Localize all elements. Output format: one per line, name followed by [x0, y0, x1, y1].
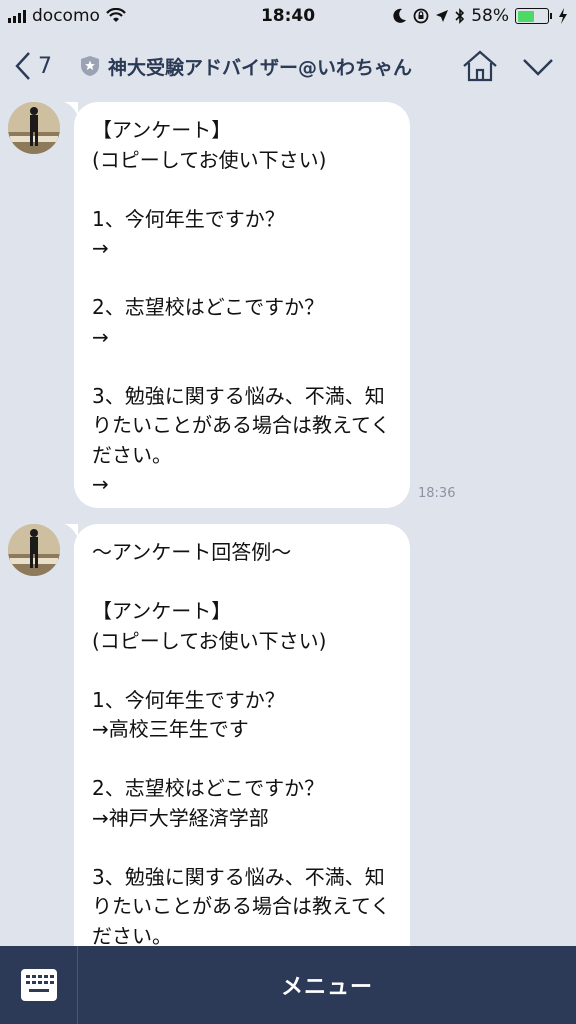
avatar-image — [8, 102, 60, 154]
home-icon[interactable] — [460, 48, 500, 84]
rotation-lock-icon — [413, 8, 429, 24]
keyboard-icon — [20, 969, 57, 1001]
back-chevron-icon — [15, 52, 30, 80]
message-timestamp: 18:36 — [418, 486, 456, 501]
avatar-image — [8, 524, 60, 576]
avatar[interactable] — [8, 102, 60, 154]
message-list[interactable]: 【アンケート】 (コピーしてお使い下さい) 1、今何年生ですか？ → 2、志望校… — [0, 98, 576, 946]
chat-title-area[interactable]: 神大受験アドバイザー@いわちゃん — [80, 53, 412, 80]
shield-icon — [81, 56, 99, 76]
moon-icon — [393, 8, 407, 23]
menu-button[interactable]: メニュー — [78, 969, 576, 1001]
keyboard-button[interactable] — [0, 946, 78, 1024]
unread-count: 7 — [38, 53, 52, 79]
message-bubble[interactable]: 【アンケート】 (コピーしてお使い下さい) 1、今何年生ですか？ → 2、志望校… — [74, 102, 410, 508]
avatar[interactable] — [8, 524, 60, 576]
location-icon — [436, 10, 449, 22]
bottom-menu-bar: メニュー — [0, 946, 576, 1024]
chevron-down-icon[interactable] — [520, 50, 556, 82]
back-button[interactable]: 7 — [14, 50, 52, 82]
message-bubble[interactable]: 〜アンケート回答例〜 【アンケート】 (コピーしてお使い下さい) 1、今何年生で… — [74, 524, 410, 946]
battery-percent: 58% — [471, 6, 509, 26]
chat-title: 神大受験アドバイザー@いわちゃん — [108, 56, 413, 79]
status-bar: docomo 18:40 58% — [0, 0, 576, 34]
battery-icon — [515, 8, 552, 24]
chat-header: 7 神大受験アドバイザー@いわちゃん — [0, 34, 576, 98]
charging-icon — [559, 8, 567, 24]
bluetooth-icon — [455, 8, 465, 24]
